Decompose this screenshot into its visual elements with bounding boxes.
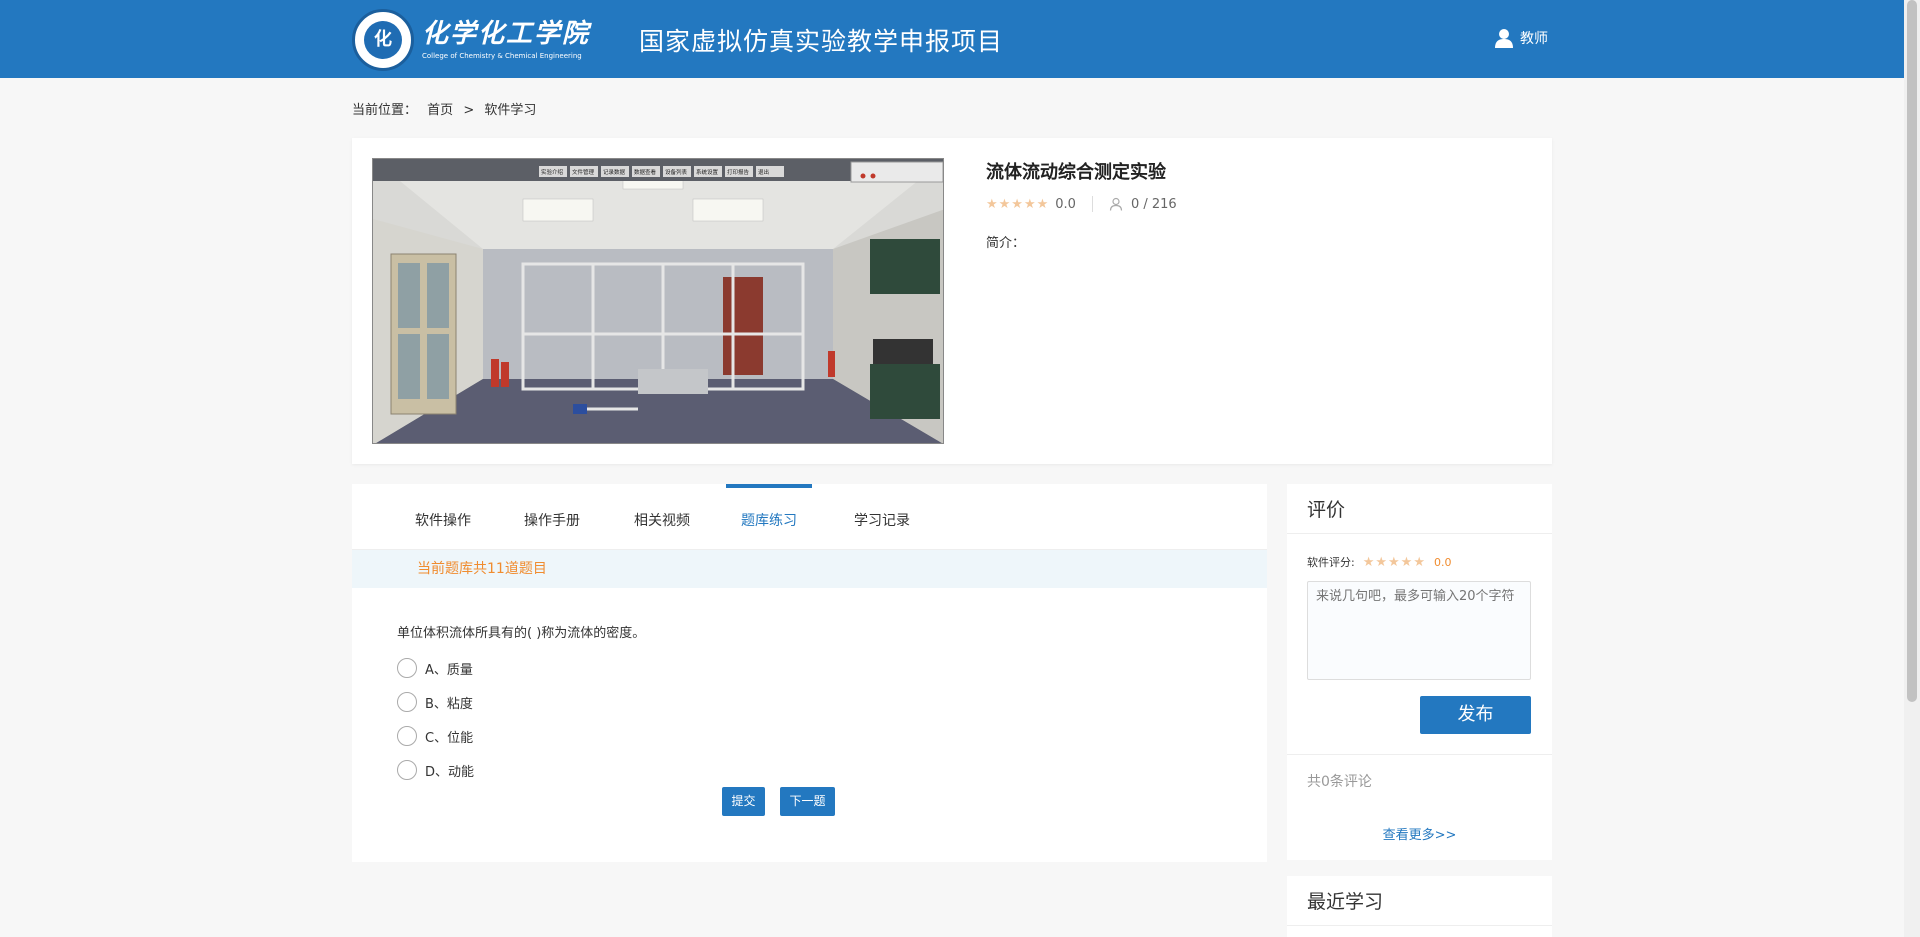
user-menu[interactable]: 教师 — [1494, 28, 1548, 48]
recent-study-panel: 最近学习 — [1287, 876, 1552, 937]
option-a[interactable]: A、质量 — [397, 658, 473, 678]
option-label: B、粘度 — [425, 696, 473, 712]
course-user-count: 0 / 216 — [1130, 196, 1177, 212]
tab-manual[interactable]: 操作手册 — [522, 484, 582, 550]
radio-button[interactable] — [397, 692, 417, 712]
rating-stars-icon: ★★★★★ — [986, 196, 1050, 212]
tab-bar: 软件操作 操作手册 相关视频 题库练习 学习记录 — [352, 484, 1267, 550]
option-c[interactable]: C、位能 — [397, 726, 473, 746]
submit-button[interactable]: 提交 — [722, 787, 765, 816]
radio-button[interactable] — [397, 658, 417, 678]
software-score-row: 软件评分: ★★★★★ 0.0 — [1307, 554, 1452, 570]
breadcrumb-current: 软件学习 — [484, 103, 537, 118]
breadcrumb: 当前位置： 首页 > 软件学习 — [352, 99, 542, 118]
content-panel: 软件操作 操作手册 相关视频 题库练习 学习记录 当前题库共11道题目 单位体积… — [352, 484, 1267, 862]
lab-scene-image: 实验介绍 文件管理 记录数据 数据查看 设备列表 系统设置 打印报告 退出 — [373, 159, 943, 443]
top-header: 化 化学化工学院 College of Chemistry & Chemical… — [0, 0, 1904, 78]
question-text: 单位体积流体所具有的( )称为流体的密度。 — [397, 626, 646, 641]
question-count-notice: 当前题库共11道题目 — [352, 550, 1267, 588]
comment-input[interactable] — [1307, 581, 1531, 680]
screenshot-menu-item: 数据查看 — [634, 168, 657, 176]
logo-name: 化学化工学院 — [422, 19, 591, 49]
radio-button[interactable] — [397, 760, 417, 780]
tab-software-operation[interactable]: 软件操作 — [413, 484, 473, 550]
intro-label: 简介： — [986, 236, 1026, 251]
college-seal-icon: 化 — [352, 9, 414, 71]
divider — [1287, 754, 1552, 755]
option-label: D、动能 — [425, 764, 475, 780]
option-d[interactable]: D、动能 — [397, 760, 474, 780]
course-screenshot[interactable]: 实验介绍 文件管理 记录数据 数据查看 设备列表 系统设置 打印报告 退出 — [372, 158, 944, 444]
comment-count: 共0条评论 — [1307, 774, 1372, 790]
breadcrumb-home-link[interactable]: 首页 — [427, 103, 453, 118]
tab-question-bank[interactable]: 题库练习 — [726, 484, 812, 550]
scroll-thumb[interactable] — [1907, 0, 1917, 702]
site-title: 国家虚拟仿真实验教学申报项目 — [639, 27, 1004, 56]
course-title: 流体流动综合测定实验 — [986, 162, 1166, 183]
course-info: 流体流动综合测定实验 ★★★★★ 0.0 0 / 216 简介： — [986, 158, 1177, 251]
score-stars-icon[interactable]: ★★★★★ — [1363, 555, 1426, 570]
radio-button[interactable] — [397, 726, 417, 746]
user-role-label: 教师 — [1520, 31, 1548, 47]
page-scrollbar[interactable] — [1904, 0, 1920, 937]
breadcrumb-separator: > — [463, 103, 475, 118]
publish-button[interactable]: 发布 — [1420, 696, 1531, 734]
next-question-button[interactable]: 下一题 — [780, 787, 835, 816]
screenshot-menu-item: 打印报告 — [727, 168, 750, 176]
logo-text: 化学化工学院 College of Chemistry & Chemical E… — [422, 19, 590, 61]
seal-emblem: 化 — [364, 21, 402, 59]
option-label: A、质量 — [425, 662, 473, 678]
logo-subtitle: College of Chemistry & Chemical Engineer… — [422, 52, 582, 60]
college-logo[interactable]: 化 化学化工学院 College of Chemistry & Chemical… — [352, 8, 590, 72]
screenshot-menu-item: 设备列表 — [665, 168, 688, 176]
view-more-link[interactable]: 查看更多>> — [1287, 824, 1552, 843]
course-rating: 0.0 — [1055, 196, 1076, 212]
course-stats: ★★★★★ 0.0 0 / 216 — [986, 196, 1177, 212]
stats-divider — [1091, 196, 1093, 212]
screenshot-menu-item: 记录数据 — [603, 168, 626, 176]
screenshot-menu-item: 系统设置 — [696, 168, 719, 176]
course-card: 实验介绍 文件管理 记录数据 数据查看 设备列表 系统设置 打印报告 退出 流体… — [352, 138, 1552, 464]
screenshot-menu-item: 实验介绍 — [541, 168, 564, 176]
score-value: 0.0 — [1434, 555, 1452, 569]
tab-study-records[interactable]: 学习记录 — [850, 484, 914, 550]
option-label: C、位能 — [425, 730, 474, 746]
option-b[interactable]: B、粘度 — [397, 692, 473, 712]
screenshot-menu-item: 文件管理 — [572, 168, 595, 176]
recent-study-title: 最近学习 — [1287, 876, 1552, 926]
user-icon — [1495, 29, 1513, 48]
user-outline-icon — [1109, 197, 1123, 211]
screenshot-menu-item: 退出 — [758, 168, 769, 176]
breadcrumb-prefix: 当前位置： — [352, 103, 418, 118]
score-label: 软件评分: — [1307, 556, 1355, 569]
review-panel: 评价 软件评分: ★★★★★ 0.0 发布 共0条评论 查看更多>> — [1287, 484, 1552, 860]
review-title: 评价 — [1287, 484, 1552, 534]
tab-videos[interactable]: 相关视频 — [632, 484, 692, 550]
